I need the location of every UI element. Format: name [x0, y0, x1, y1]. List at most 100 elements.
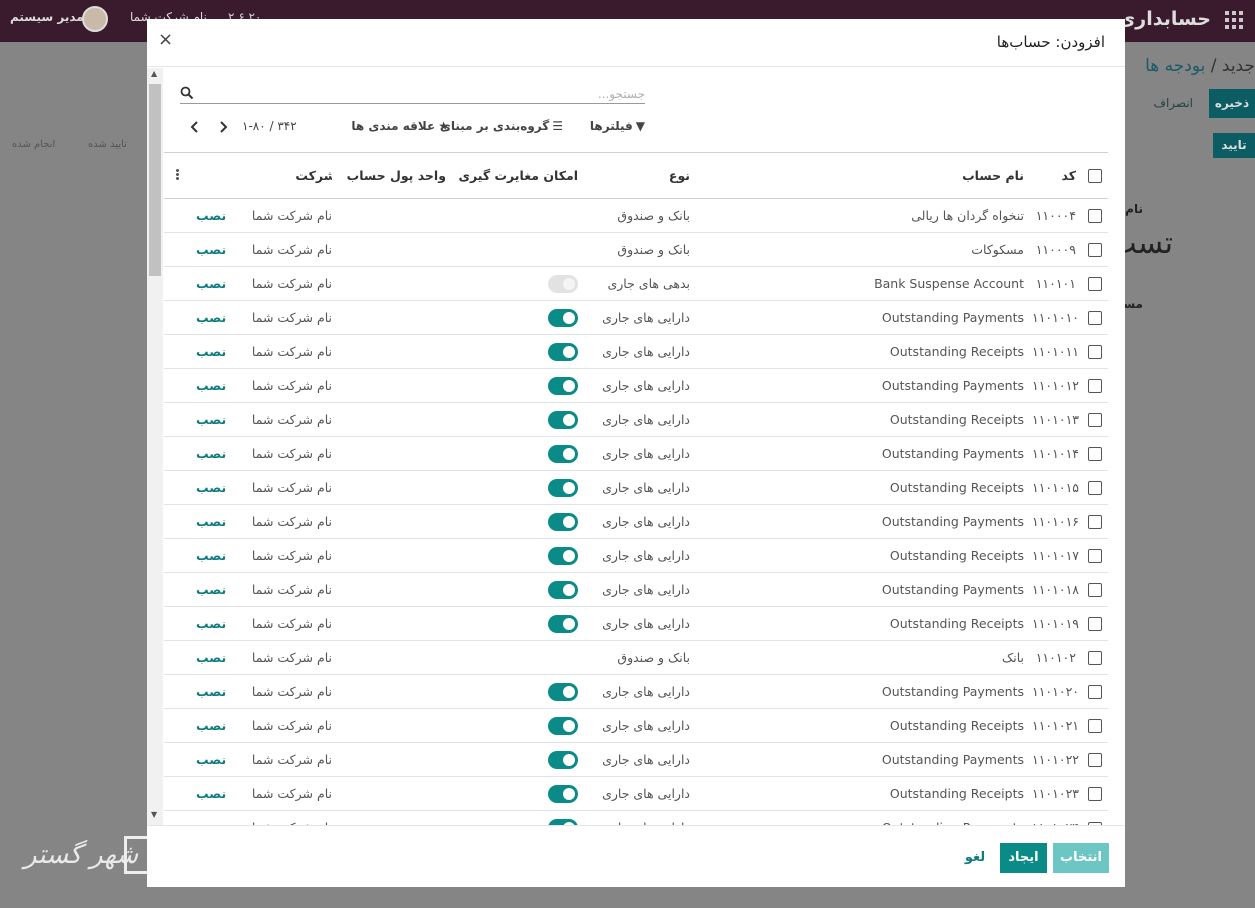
install-link[interactable]: نصب [196, 302, 226, 335]
install-link[interactable]: نصب [196, 438, 226, 471]
row-checkbox[interactable] [1088, 719, 1102, 734]
reconcile-toggle[interactable] [548, 444, 578, 463]
reconcile-toggle[interactable] [548, 784, 578, 803]
install-link[interactable]: نصب [196, 200, 226, 233]
column-header-type[interactable]: نوع [586, 152, 696, 199]
install-link[interactable]: نصب [196, 676, 226, 709]
row-checkbox[interactable] [1088, 515, 1102, 530]
row-checkbox[interactable] [1088, 753, 1102, 768]
row-checkbox[interactable] [1088, 345, 1102, 360]
row-checkbox-cell[interactable] [1082, 266, 1108, 301]
scrollbar-thumb[interactable] [149, 84, 161, 276]
table-row[interactable]: نام شرکت شما نصب بانک و صندوق تنخواه گردان … [164, 198, 1108, 233]
reconcile-toggle[interactable] [548, 410, 578, 429]
search-input[interactable] [215, 84, 645, 103]
row-checkbox[interactable] [1088, 617, 1102, 632]
confirm-button[interactable]: تایید [1213, 133, 1255, 158]
install-link[interactable]: نصب [196, 812, 226, 825]
table-row[interactable]: نام شرکت شما نصب دارایی های جاریOutstandin… [164, 708, 1108, 743]
row-checkbox-cell[interactable] [1082, 232, 1108, 267]
cancel-button[interactable]: لغو [955, 843, 995, 873]
row-checkbox-cell[interactable] [1082, 572, 1108, 607]
install-link[interactable]: نصب [196, 336, 226, 369]
close-icon[interactable]: × [158, 29, 173, 50]
select-button[interactable]: انتخاب [1053, 843, 1109, 873]
row-checkbox[interactable] [1088, 787, 1102, 802]
row-checkbox[interactable] [1088, 583, 1102, 598]
row-checkbox[interactable] [1088, 481, 1102, 496]
row-checkbox[interactable] [1088, 243, 1102, 258]
reconcile-toggle[interactable] [548, 342, 578, 361]
row-checkbox-cell[interactable] [1082, 436, 1108, 471]
table-row[interactable]: نام شرکت شما نصب بدهی های جاری Bank Suspens… [164, 266, 1108, 301]
row-checkbox-cell[interactable] [1082, 708, 1108, 743]
scroll-up-arrow-icon[interactable]: ▲ [151, 69, 157, 78]
install-link[interactable]: نصب [196, 778, 226, 811]
install-link[interactable]: نصب [196, 268, 226, 301]
table-row[interactable]: نام شرکت شما نصب دارایی های جاریOutstandin… [164, 470, 1108, 505]
table-row[interactable]: نام شرکت شما نصب دارایی های جاریOutstandin… [164, 300, 1108, 335]
install-link[interactable]: نصب [196, 642, 226, 675]
table-row[interactable]: نام شرکت شما نصب بانک و صندوق مسکوکات ۱۱۰۰۰۹ [164, 232, 1108, 267]
table-row[interactable]: نام شرکت شما نصب دارایی های جاریOutstandin… [164, 606, 1108, 641]
row-checkbox-cell[interactable] [1082, 810, 1108, 825]
reconcile-toggle[interactable] [548, 750, 578, 769]
reconcile-toggle[interactable] [548, 376, 578, 395]
column-header-company[interactable]: شرکت [192, 152, 332, 199]
row-checkbox-cell[interactable] [1082, 742, 1108, 777]
install-link[interactable]: نصب [196, 608, 226, 641]
table-row[interactable]: نام شرکت شما نصب دارایی های جاریOutstandin… [164, 504, 1108, 539]
install-link[interactable]: نصب [196, 506, 226, 539]
reconcile-toggle[interactable] [548, 580, 578, 599]
install-link[interactable]: نصب [196, 574, 226, 607]
reconcile-toggle[interactable] [548, 512, 578, 531]
row-checkbox-cell[interactable] [1082, 504, 1108, 539]
pager-value[interactable]: ۱-۸۰ / ۳۴۲ [242, 119, 297, 133]
row-checkbox-cell[interactable] [1082, 470, 1108, 505]
row-checkbox[interactable] [1088, 379, 1102, 394]
table-row[interactable]: نام شرکت شما نصب دارایی های جاریOutstandin… [164, 402, 1108, 437]
row-checkbox[interactable] [1088, 413, 1102, 428]
table-row[interactable]: نام شرکت شما نصب دارایی های جاریOutstandin… [164, 572, 1108, 607]
more-vertical-icon[interactable] [176, 168, 180, 181]
row-checkbox[interactable] [1088, 311, 1102, 326]
table-row[interactable]: نام شرکت شما نصب دارایی های جاریOutstandin… [164, 674, 1108, 709]
reconcile-toggle[interactable] [548, 546, 578, 565]
table-row[interactable]: نام شرکت شما نصب دارایی های جاریOutstandin… [164, 334, 1108, 369]
row-checkbox[interactable] [1088, 447, 1102, 462]
user-avatar[interactable] [82, 6, 108, 32]
row-checkbox-cell[interactable] [1082, 674, 1108, 709]
row-checkbox-cell[interactable] [1082, 300, 1108, 335]
row-checkbox-cell[interactable] [1082, 368, 1108, 403]
install-link[interactable]: نصب [196, 472, 226, 505]
row-checkbox[interactable] [1088, 209, 1102, 224]
install-link[interactable]: نصب [196, 710, 226, 743]
discard-button[interactable]: انصراف [1154, 96, 1193, 110]
favorites-button[interactable]: ★علاقه مندی ها [351, 119, 449, 133]
select-all-checkbox[interactable] [1082, 152, 1108, 199]
row-checkbox[interactable] [1088, 277, 1102, 292]
scroll-down-arrow-icon[interactable]: ▼ [151, 810, 157, 819]
table-row[interactable]: نام شرکت شما نصب بانک و صندوق بانک ۱۱۰۱۰۲ [164, 640, 1108, 675]
row-checkbox[interactable] [1088, 651, 1102, 666]
reconcile-toggle[interactable] [548, 682, 578, 701]
install-link[interactable]: نصب [196, 404, 226, 437]
row-checkbox-cell[interactable] [1082, 640, 1108, 675]
table-row[interactable]: نام شرکت شما نصب دارایی های جاریOutstandin… [164, 368, 1108, 403]
optional-columns-toggle[interactable] [164, 152, 192, 199]
save-button[interactable]: ذخیره [1209, 89, 1255, 118]
chevron-right-icon[interactable] [215, 119, 231, 135]
row-checkbox-cell[interactable] [1082, 538, 1108, 573]
row-checkbox-cell[interactable] [1082, 198, 1108, 233]
row-checkbox-cell[interactable] [1082, 606, 1108, 641]
install-link[interactable]: نصب [196, 370, 226, 403]
table-row[interactable]: نام شرکت شما نصب دارایی های جاریOutstandin… [164, 810, 1108, 825]
create-button[interactable]: ایجاد [1000, 843, 1047, 873]
column-header-code[interactable]: کد [1032, 152, 1082, 199]
filters-button[interactable]: ▼فیلترها [590, 119, 645, 133]
column-header-currency[interactable]: واحد پول حساب [332, 152, 452, 199]
user-menu[interactable]: مدیر سیستم [10, 10, 84, 24]
groupby-button[interactable]: ☰گروه‌بندی بر مبنای [440, 119, 563, 133]
row-checkbox-cell[interactable] [1082, 402, 1108, 437]
install-link[interactable]: نصب [196, 234, 226, 267]
